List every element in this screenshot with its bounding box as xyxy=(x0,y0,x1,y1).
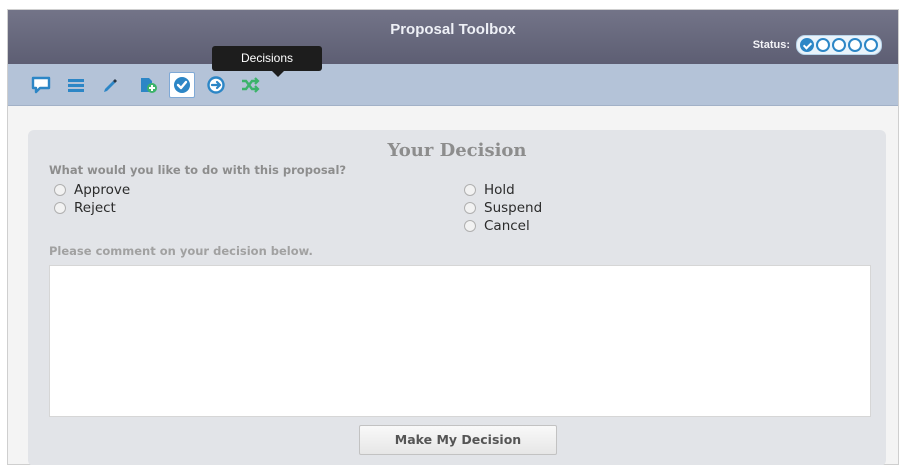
toolbar xyxy=(8,64,898,106)
status-step-complete xyxy=(800,38,814,52)
option-cancel[interactable]: Cancel xyxy=(464,218,530,234)
radio-button[interactable] xyxy=(54,184,66,196)
radio-button[interactable] xyxy=(464,184,476,196)
option-suspend[interactable]: Suspend xyxy=(464,200,542,216)
option-approve[interactable]: Approve xyxy=(54,182,130,198)
option-label: Suspend xyxy=(484,200,543,216)
option-label: Cancel xyxy=(484,218,530,234)
comment-icon xyxy=(31,76,51,94)
decisions-tool-button[interactable] xyxy=(169,72,195,98)
radio-button[interactable] xyxy=(464,220,476,232)
status-indicator: Status: xyxy=(753,35,882,55)
comment-label: Please comment on your decision below. xyxy=(49,244,313,258)
checkmark-icon xyxy=(174,77,190,93)
status-step xyxy=(816,38,830,52)
option-reject[interactable]: Reject xyxy=(54,200,116,216)
list-icon xyxy=(68,79,84,92)
status-progress-track xyxy=(796,35,882,55)
option-label: Approve xyxy=(74,182,131,198)
panel-title: Your Decision xyxy=(387,140,527,161)
status-step xyxy=(848,38,862,52)
option-hold[interactable]: Hold xyxy=(464,182,515,198)
edit-tool-button[interactable] xyxy=(98,72,124,98)
shuffle-icon xyxy=(242,77,260,93)
add-document-icon xyxy=(141,78,157,93)
make-decision-button[interactable]: Make My Decision xyxy=(359,425,557,455)
status-step xyxy=(864,38,878,52)
option-label: Hold xyxy=(484,182,515,198)
radio-button[interactable] xyxy=(54,202,66,214)
decision-question: What would you like to do with this prop… xyxy=(49,163,347,177)
pencil-icon xyxy=(104,79,117,92)
comment-textarea[interactable] xyxy=(49,265,871,417)
status-label: Status: xyxy=(752,39,790,51)
status-step xyxy=(832,38,846,52)
forward-tool-button[interactable] xyxy=(203,72,229,98)
comments-tool-button[interactable] xyxy=(28,72,54,98)
radio-button[interactable] xyxy=(464,202,476,214)
option-label: Reject xyxy=(74,200,116,216)
add-document-tool-button[interactable] xyxy=(135,72,161,98)
decision-panel: Your Decision What would you like to do … xyxy=(28,130,886,465)
decisions-tooltip: Decisions xyxy=(212,46,322,77)
title-bar: Proposal Toolbox Status: xyxy=(8,10,898,64)
list-tool-button[interactable] xyxy=(63,72,89,98)
shuffle-tool-button[interactable] xyxy=(237,72,263,98)
arrow-circle-icon xyxy=(207,76,225,94)
proposal-toolbox-window: Proposal Toolbox Status: Decisions Your … xyxy=(7,9,899,465)
